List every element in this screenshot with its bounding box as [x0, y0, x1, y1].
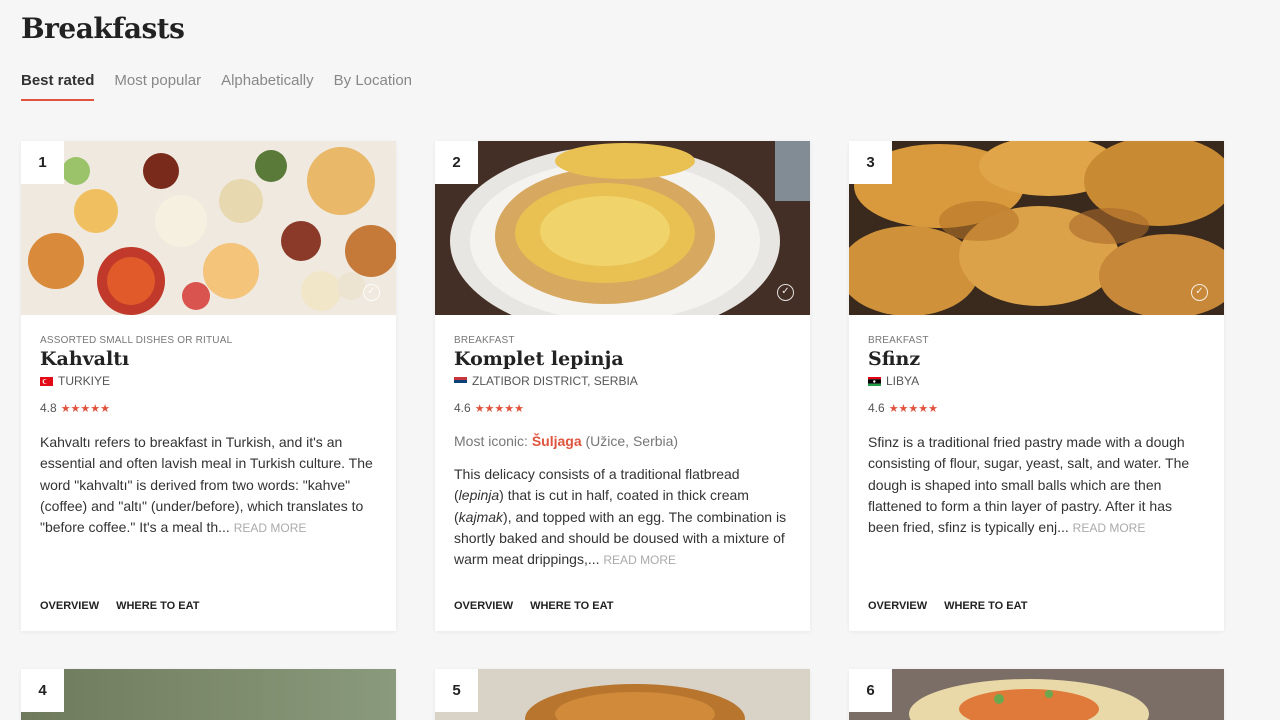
dish-card: 3 ✓ BREAKFAST Sfinz LIBYA 4.6 ★★★★★ Sfin…	[849, 141, 1224, 631]
rating-value: 4.6	[868, 401, 885, 415]
iconic-dish-link[interactable]: Šuljaga	[532, 433, 582, 449]
sort-tabs: Best rated Most popular Alphabetically B…	[21, 72, 412, 101]
rank-badge: 2	[435, 141, 478, 184]
where-to-eat-link[interactable]: WHERE TO EAT	[530, 600, 613, 612]
kahvalti-photo	[21, 141, 396, 315]
dish-card: 4	[21, 669, 396, 720]
rank-badge: 5	[435, 669, 478, 712]
dish-card: 5	[435, 669, 810, 720]
dish-origin[interactable]: TURKIYE	[40, 374, 377, 388]
tab-most-popular[interactable]: Most popular	[114, 72, 201, 101]
dish-category: BREAKFAST	[868, 335, 929, 346]
dish-category: ASSORTED SMALL DISHES OR RITUAL	[40, 335, 233, 346]
dish-image[interactable]: 5	[435, 669, 810, 720]
check-icon[interactable]: ✓	[777, 284, 794, 301]
dish-image[interactable]: 2 ✓	[435, 141, 810, 315]
dish-name[interactable]: Kahvaltı	[40, 348, 377, 370]
card-links: OVERVIEW WHERE TO EAT	[40, 600, 199, 612]
rating-value: 4.8	[40, 401, 57, 415]
dish-origin[interactable]: ZLATIBOR DISTRICT, SERBIA	[454, 374, 791, 388]
description-emphasis: lepinja	[458, 487, 500, 504]
komplet-lepinja-photo	[435, 141, 810, 315]
overview-link[interactable]: OVERVIEW	[454, 600, 513, 612]
dish-photo	[849, 669, 1224, 720]
dish-name[interactable]: Komplet lepinja	[454, 348, 791, 370]
rating-stars-icon: ★★★★★	[888, 402, 938, 415]
dish-image[interactable]: 3 ✓	[849, 141, 1224, 315]
dish-photo	[435, 669, 810, 720]
libya-flag-icon	[868, 376, 881, 386]
tab-alphabetically[interactable]: Alphabetically	[221, 72, 314, 101]
description-emphasis: kajmak	[458, 508, 504, 525]
rating: 4.6 ★★★★★	[454, 401, 791, 415]
most-iconic: Most iconic: Šuljaga (Užice, Serbia)	[454, 433, 791, 449]
rating-stars-icon: ★★★★★	[60, 402, 110, 415]
origin-label: TURKIYE	[58, 374, 111, 388]
rating: 4.8 ★★★★★	[40, 401, 377, 415]
origin-label: LIBYA	[886, 374, 920, 388]
dish-card: 2 ✓ BREAKFAST Komplet lepinja ZLATIBOR D…	[435, 141, 810, 631]
dish-origin[interactable]: LIBYA	[868, 374, 1205, 388]
dish-image[interactable]: 6	[849, 669, 1224, 720]
overview-link[interactable]: OVERVIEW	[868, 600, 927, 612]
origin-label: ZLATIBOR DISTRICT, SERBIA	[472, 374, 638, 388]
rank-badge: 3	[849, 141, 892, 184]
check-icon[interactable]: ✓	[363, 284, 380, 301]
page-title: Breakfasts	[21, 12, 185, 45]
rank-badge: 4	[21, 669, 64, 712]
rating-stars-icon: ★★★★★	[474, 402, 524, 415]
serbia-flag-icon	[454, 376, 467, 386]
read-more-link[interactable]: READ MORE	[234, 521, 307, 535]
dish-category: BREAKFAST	[454, 335, 515, 346]
check-icon[interactable]: ✓	[1191, 284, 1208, 301]
card-links: OVERVIEW WHERE TO EAT	[454, 600, 613, 612]
card-links: OVERVIEW WHERE TO EAT	[868, 600, 1027, 612]
where-to-eat-link[interactable]: WHERE TO EAT	[116, 600, 199, 612]
rank-badge: 1	[21, 141, 64, 184]
iconic-label: Most iconic:	[454, 433, 528, 449]
dish-description: This delicacy consists of a traditional …	[454, 464, 791, 571]
read-more-link[interactable]: READ MORE	[1073, 521, 1146, 535]
dish-image[interactable]: 4	[21, 669, 396, 720]
dish-description: Sfinz is a traditional fried pastry made…	[868, 432, 1205, 539]
dish-name[interactable]: Sfinz	[868, 348, 1205, 370]
where-to-eat-link[interactable]: WHERE TO EAT	[944, 600, 1027, 612]
dish-card: 1 ✓ ASSORTED SMALL DISHES OR RITUAL Kahv…	[21, 141, 396, 631]
iconic-place: (Užice, Serbia)	[585, 433, 679, 449]
dish-description: Kahvaltı refers to breakfast in Turkish,…	[40, 432, 377, 539]
overview-link[interactable]: OVERVIEW	[40, 600, 99, 612]
description-text: Kahvaltı refers to breakfast in Turkish,…	[40, 434, 373, 536]
read-more-link[interactable]: READ MORE	[603, 553, 676, 567]
dish-card: 6	[849, 669, 1224, 720]
description-text: Sfinz is a traditional fried pastry made…	[868, 434, 1190, 536]
turkey-flag-icon	[40, 376, 53, 386]
sfinz-photo	[849, 141, 1224, 315]
dish-image[interactable]: 1 ✓	[21, 141, 396, 315]
tab-by-location[interactable]: By Location	[334, 72, 412, 101]
rating: 4.6 ★★★★★	[868, 401, 1205, 415]
rating-value: 4.6	[454, 401, 471, 415]
rank-badge: 6	[849, 669, 892, 712]
dish-photo	[21, 669, 396, 720]
tab-best-rated[interactable]: Best rated	[21, 72, 95, 101]
